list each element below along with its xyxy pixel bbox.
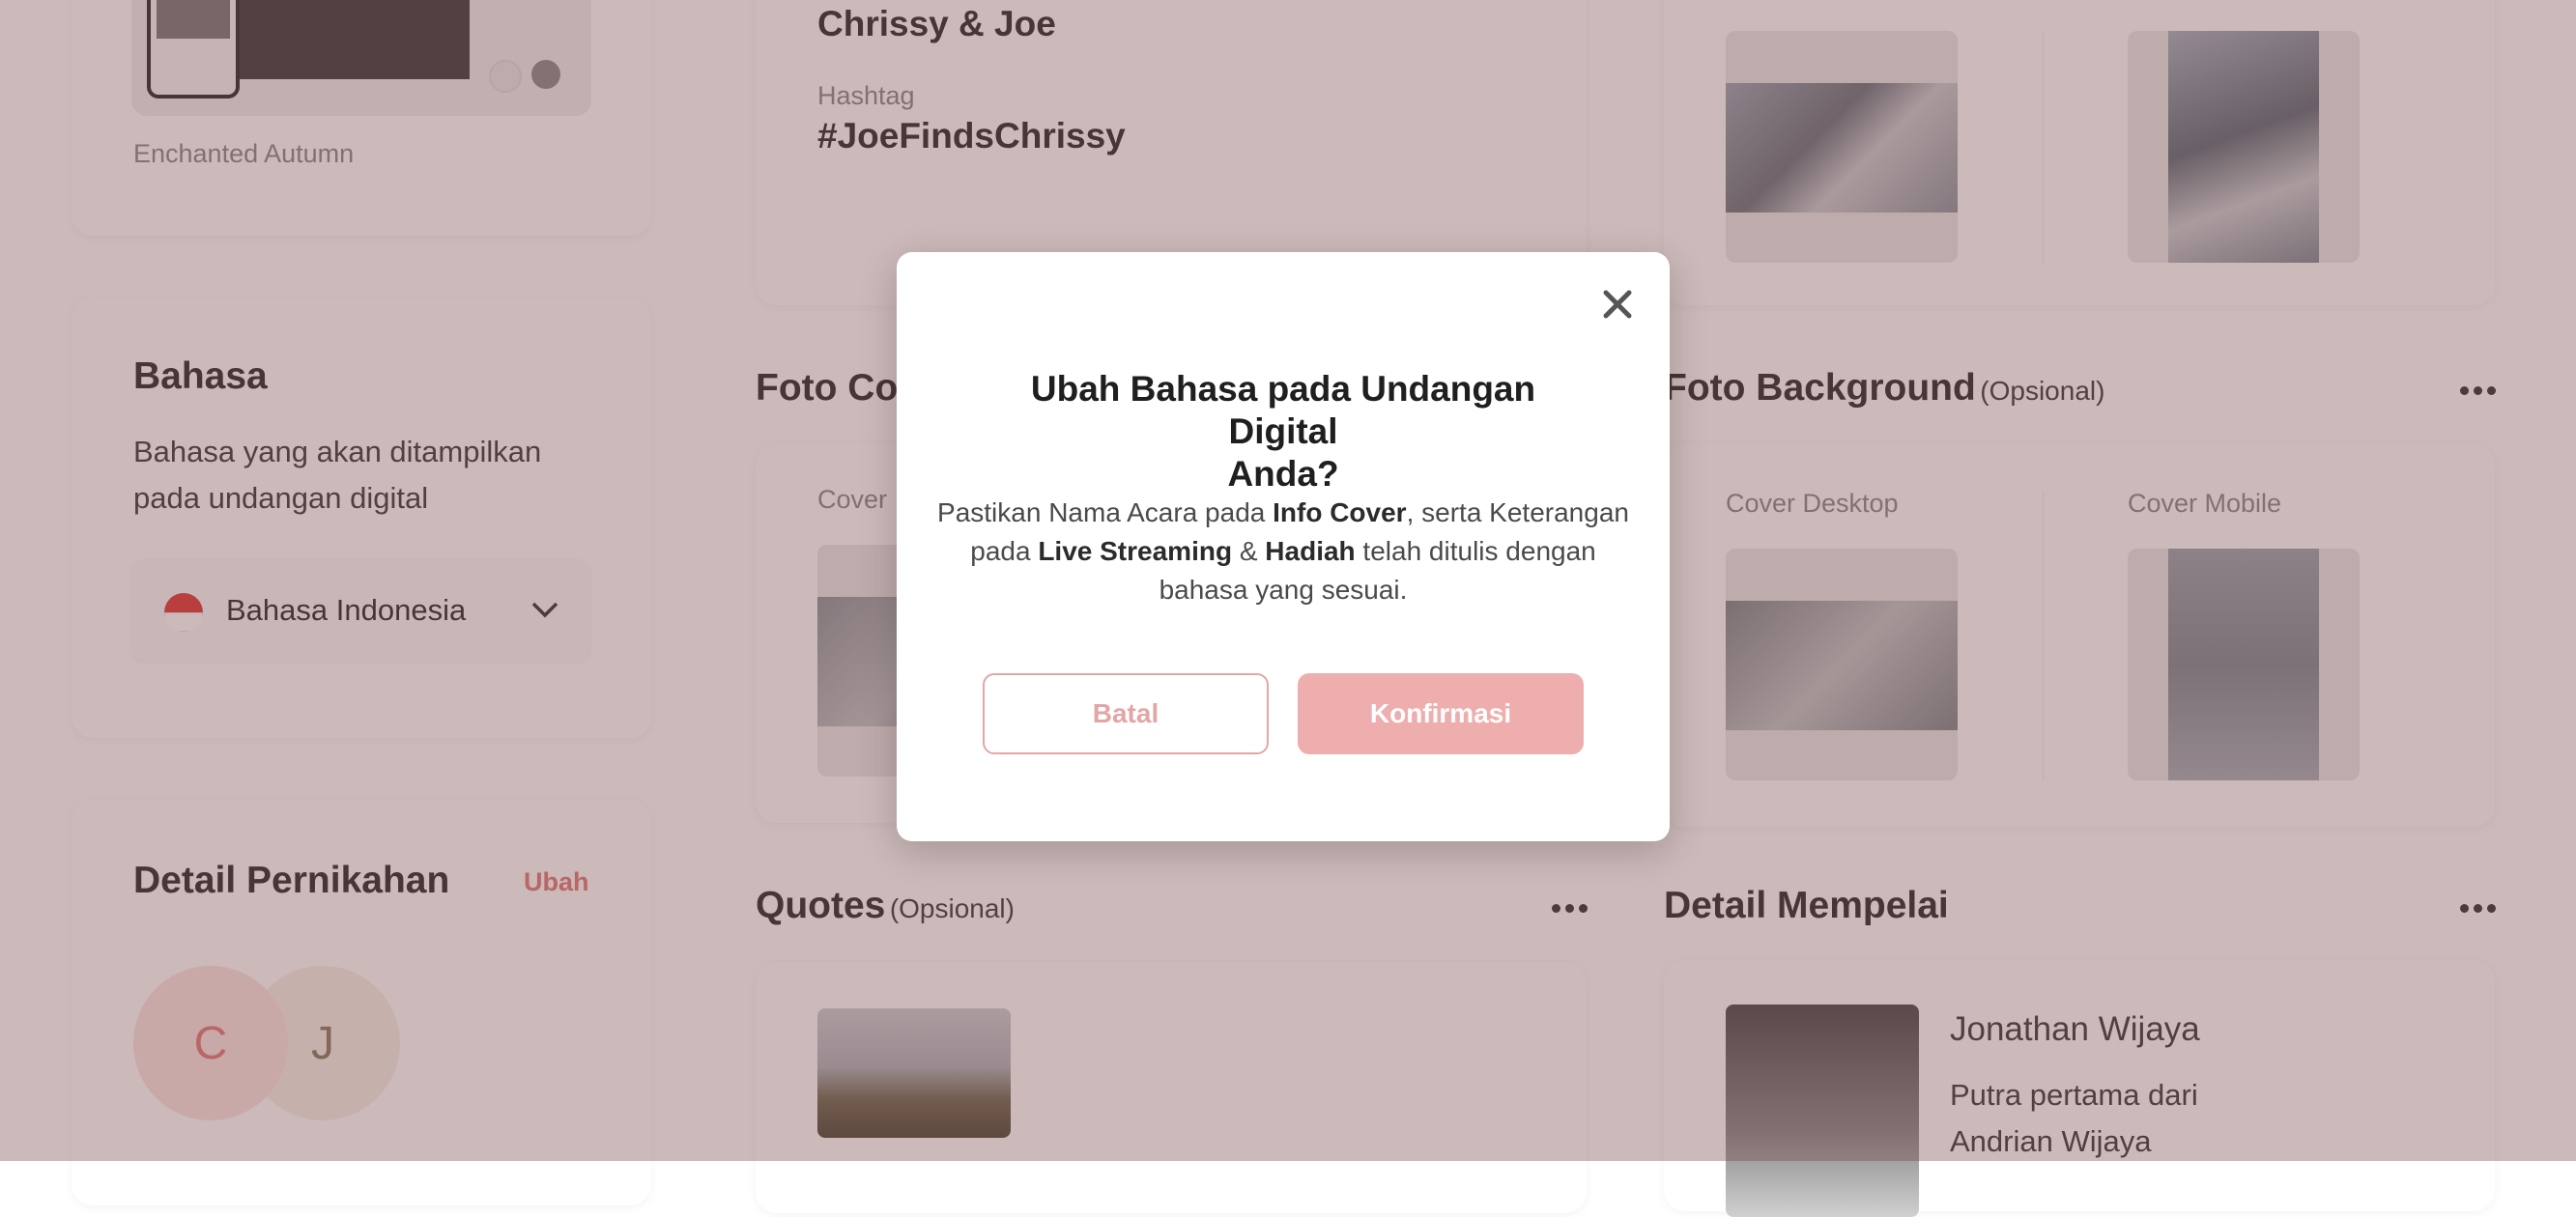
modal-body-bold: Info Cover	[1273, 497, 1407, 527]
change-language-modal: Ubah Bahasa pada Undangan Digital Anda? …	[897, 252, 1670, 841]
cancel-button[interactable]: Batal	[983, 673, 1269, 754]
modal-title: Ubah Bahasa pada Undangan Digital Anda?	[974, 368, 1592, 495]
modal-title-line2: Anda?	[1227, 454, 1339, 494]
modal-body-bold: Live Streaming	[1038, 536, 1233, 566]
modal-body-text: &	[1232, 536, 1266, 566]
confirm-button[interactable]: Konfirmasi	[1298, 673, 1584, 754]
close-icon[interactable]	[1598, 285, 1637, 324]
modal-title-line1: Ubah Bahasa pada Undangan Digital	[1030, 369, 1536, 451]
modal-body-text: Pastikan Nama Acara pada	[937, 497, 1274, 527]
modal-body: Pastikan Nama Acara pada Info Cover, ser…	[935, 494, 1631, 609]
modal-body-bold: Hadiah	[1265, 536, 1356, 566]
